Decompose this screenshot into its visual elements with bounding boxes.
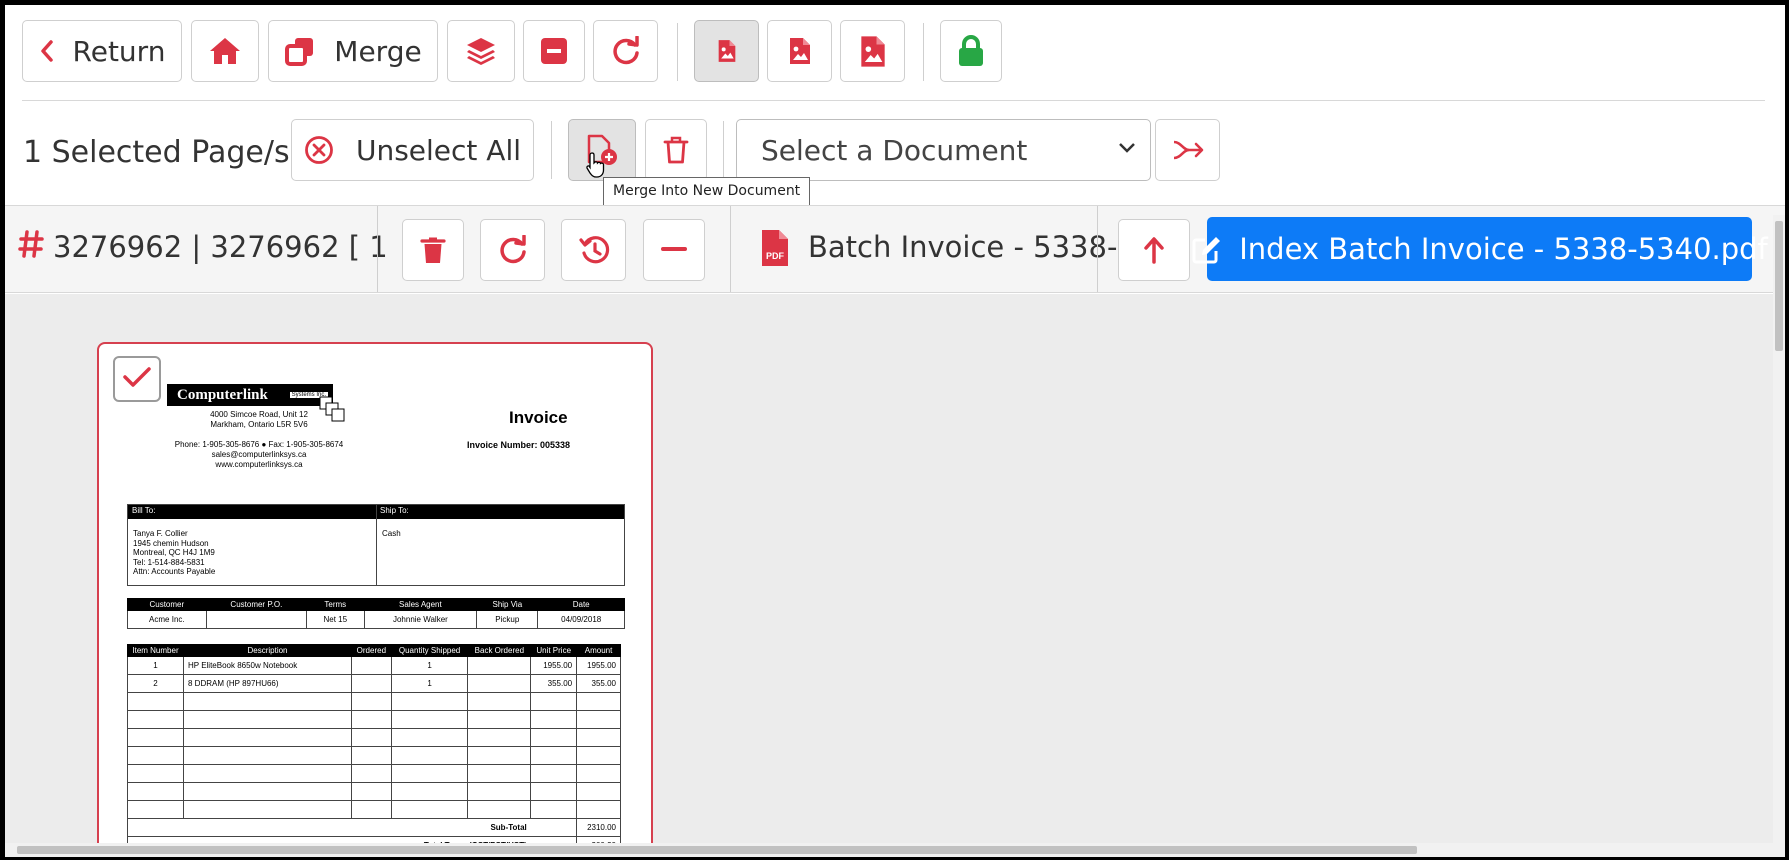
trash-icon (420, 235, 446, 265)
invoice-number: Invoice Number: 005338 (467, 440, 571, 450)
bill-ship-box: Bill To: Ship To: Tanya F. Collier 1945 … (127, 504, 625, 586)
bill-to-address: Tanya F. Collier 1945 chemin Hudson Mont… (133, 529, 216, 576)
merge-label: Merge (334, 34, 422, 68)
table-row (127, 746, 621, 765)
clone-icon (284, 35, 316, 67)
invoice-title: Invoice (509, 408, 568, 427)
page-thumbnail[interactable]: Computerlink Systems Inc. 4000 Simcoe Ro… (97, 342, 653, 857)
table-row (127, 728, 621, 747)
rotate-right-icon (611, 36, 641, 66)
company-logo: Computerlink Systems Inc. (167, 384, 333, 406)
circle-x-icon (304, 135, 334, 165)
index-batch-button[interactable]: Index Batch Invoice - 5338-5340.pdf (1192, 217, 1768, 281)
remove-button[interactable] (523, 20, 585, 82)
rotate-right-icon (498, 235, 528, 265)
company-address: 4000 Simcoe Road, Unit 12 Markham, Ontar… (210, 410, 308, 429)
table-row (127, 782, 621, 801)
delete-batch-button[interactable] (402, 219, 464, 281)
lock-button[interactable] (940, 20, 1002, 82)
index-batch-label: Index Batch Invoice - 5338-5340.pdf (1239, 232, 1768, 266)
svg-text:PDF: PDF (766, 251, 785, 261)
file-pdf-icon: PDF (760, 228, 790, 272)
document-select[interactable]: Select a Document (736, 119, 1151, 181)
toolbar-divider (723, 121, 724, 179)
thumbnail-small-button[interactable] (694, 20, 759, 82)
thumbnail-medium-button[interactable] (767, 20, 832, 82)
batch-file-name: Batch Invoice - 5338- (808, 230, 1118, 264)
move-up-button[interactable] (1118, 219, 1190, 281)
layers-icon (465, 35, 497, 67)
table-row: 1 HP EliteBook 8650w Notebook 1 1955.00 … (127, 656, 621, 675)
minus-square-icon (540, 37, 568, 65)
document-select-value: Select a Document (761, 133, 1028, 167)
chevron-down-icon (1118, 142, 1136, 154)
chevron-left-icon (39, 39, 55, 63)
selected-count: 1 Selected Page/s (23, 135, 290, 170)
batch-header: 3276962 | 3276962 [ 1 PDF Batch Invoice … (5, 205, 1785, 293)
page-select-checkbox[interactable] (113, 356, 161, 402)
layers-button[interactable] (447, 20, 515, 82)
table-row (127, 692, 621, 711)
refresh-button[interactable] (593, 20, 658, 82)
lock-icon (957, 35, 985, 67)
table-row (127, 764, 621, 783)
move-to-document-button[interactable] (1155, 119, 1220, 181)
file-image-small-icon (717, 38, 737, 64)
toolbar-divider (551, 121, 552, 179)
app-window: Return Merge 1 Selected Page/s Unselect … (5, 5, 1785, 857)
batch-id: 3276962 | 3276962 [ 1 (53, 230, 388, 264)
toolbar-divider (923, 23, 924, 81)
header-divider (377, 206, 378, 292)
toolbar-divider (677, 23, 678, 81)
bill-to-label: Bill To: (132, 506, 156, 515)
unselect-all-label: Unselect All (355, 133, 522, 167)
return-button[interactable]: Return (22, 20, 182, 82)
collapse-button[interactable] (643, 219, 705, 281)
rotate-button[interactable] (480, 219, 545, 281)
header-divider (730, 206, 731, 292)
table-row (127, 800, 621, 819)
return-label: Return (72, 34, 166, 68)
page-viewer: Computerlink Systems Inc. 4000 Simcoe Ro… (5, 294, 1773, 857)
file-image-medium-icon (788, 36, 812, 66)
ship-to-value: Cash (382, 529, 401, 538)
unselect-all-button[interactable]: Unselect All (291, 119, 534, 181)
vertical-scrollbar[interactable] (1773, 215, 1785, 845)
file-image-large-icon (859, 34, 887, 69)
horizontal-scrollbar[interactable] (5, 843, 1785, 857)
delete-selected-button[interactable] (645, 119, 707, 181)
tooltip: Merge Into New Document (603, 177, 811, 207)
history-button[interactable] (561, 219, 626, 281)
minus-icon (661, 247, 687, 253)
header-divider (1097, 206, 1098, 292)
pen-to-square-icon (1191, 234, 1223, 264)
home-button[interactable] (191, 20, 259, 82)
thumbnail-large-button[interactable] (840, 20, 905, 82)
table-row (127, 710, 621, 729)
hashtag-icon (18, 229, 44, 263)
trash-outline-icon (662, 135, 690, 165)
table-row: 2 8 DDRAM (HP 897HU66) 1 355.00 355.00 (127, 674, 621, 693)
company-contact: Phone: 1-905-305-8676 ● Fax: 1-905-305-8… (174, 440, 344, 469)
subtotal-row: Sub-Total 2310.00 (126, 818, 621, 837)
toolbar-border (22, 100, 1765, 101)
invoice-items-table: Item Number Description Ordered Quantity… (126, 644, 621, 855)
check-icon (122, 365, 152, 393)
merge-button[interactable]: Merge (268, 20, 438, 82)
home-icon (208, 36, 242, 66)
arrow-right-from-split-icon (1171, 138, 1205, 162)
history-icon (578, 235, 610, 265)
arrow-up-icon (1143, 236, 1165, 264)
ship-to-label: Ship To: (380, 506, 409, 515)
invoice-info-table: Customer Customer P.O. Terms Sales Agent… (127, 598, 625, 629)
